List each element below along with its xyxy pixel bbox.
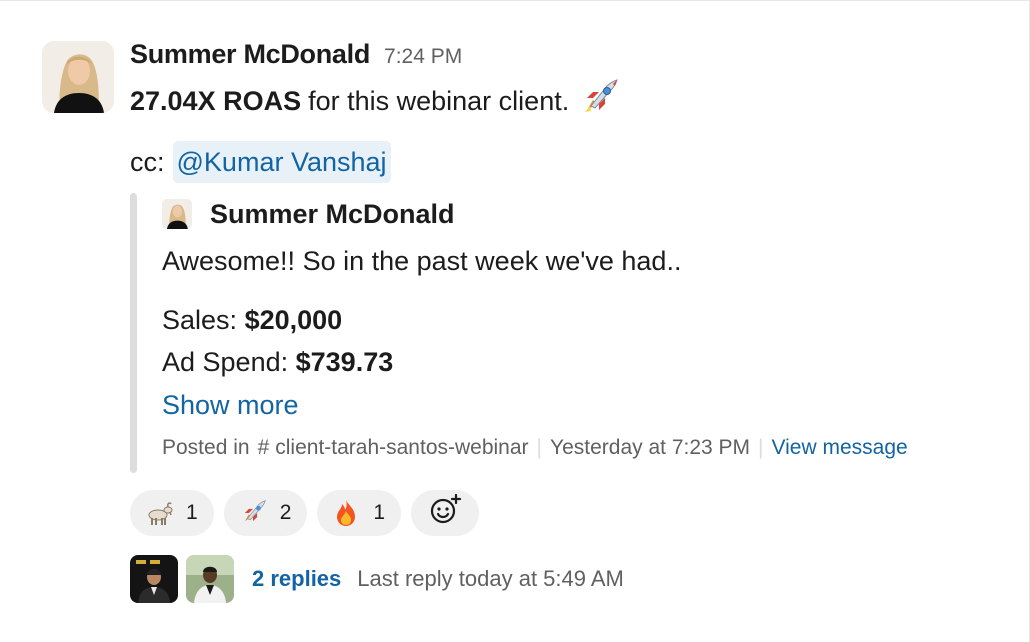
message-pane: Summer McDonald 7:24 PM 27.04X ROAS for … (0, 0, 1030, 642)
message: Summer McDonald 7:24 PM 27.04X ROAS for … (130, 39, 999, 185)
view-message-link[interactable]: View message (772, 436, 908, 460)
quote-bar (130, 193, 137, 473)
ad-spend-row: Ad Spend: $739.73 (162, 341, 1010, 383)
shared-message-content: Summer McDonald Awesome!! So in the past… (162, 193, 1010, 463)
hash-icon: # (257, 436, 270, 459)
posted-in-label: Posted in (162, 436, 250, 459)
reaction-count: 2 (279, 501, 292, 524)
separator: | (758, 436, 764, 459)
goat-icon (144, 498, 174, 528)
user-mention[interactable]: @Kumar Vanshaj (172, 141, 391, 183)
message-body: 27.04X ROAS for this webinar client. (130, 78, 999, 121)
reply-avatar[interactable] (130, 555, 178, 603)
message-body-bold: 27.04X ROAS (130, 85, 302, 116)
sales-row: Sales: $20,000 (162, 299, 1010, 341)
cc-line: cc: @Kumar Vanshaj (130, 139, 999, 185)
cc-label: cc: (130, 146, 165, 177)
reaction-goat[interactable]: 1 (130, 490, 214, 536)
reactions-bar: 1 2 1 (130, 490, 480, 536)
channel-link[interactable]: client-tarah-santos-webinar (275, 436, 528, 460)
sales-label: Sales: (162, 305, 238, 335)
reply-count-link[interactable]: 2 replies (252, 566, 341, 592)
reaction-rocket[interactable]: 2 (223, 490, 308, 536)
message-body-text: for this webinar client. (308, 85, 570, 116)
rocket-icon (577, 76, 621, 127)
reply-avatar[interactable] (186, 555, 234, 603)
add-reaction-button[interactable] (411, 490, 480, 536)
show-more-link[interactable]: Show more (162, 383, 1010, 427)
message-header: Summer McDonald 7:24 PM (130, 39, 999, 75)
shared-message: Summer McDonald Awesome!! So in the past… (130, 193, 1010, 473)
ad-spend-label: Ad Spend: (162, 347, 289, 377)
reaction-count: 1 (186, 501, 198, 524)
ad-spend-value: $739.73 (295, 347, 394, 377)
thread-summary[interactable]: 2 replies Last reply today at 5:49 AM (130, 555, 624, 603)
shared-sender-name[interactable]: Summer McDonald (210, 199, 455, 230)
reaction-count: 1 (373, 501, 386, 524)
sales-value: $20,000 (244, 305, 343, 335)
shared-message-text: Awesome!! So in the past week we've had.… (162, 246, 682, 276)
message-timestamp[interactable]: 7:24 PM (384, 45, 462, 69)
shared-message-header: Summer McDonald (162, 193, 1010, 235)
fire-icon (331, 498, 361, 528)
last-reply-text: Last reply today at 5:49 AM (357, 566, 624, 591)
reaction-fire[interactable]: 1 (317, 490, 402, 536)
sender-name[interactable]: Summer McDonald (130, 39, 370, 70)
posted-time[interactable]: Yesterday at 7:23 PM (550, 436, 750, 460)
rocket-icon (238, 498, 268, 528)
separator: | (536, 436, 543, 459)
add-reaction-icon (428, 493, 462, 533)
shared-sender-avatar[interactable] (162, 199, 192, 229)
sender-avatar[interactable] (42, 41, 114, 113)
posted-in-line: Posted in # client-tarah-santos-webinar … (162, 433, 1010, 463)
